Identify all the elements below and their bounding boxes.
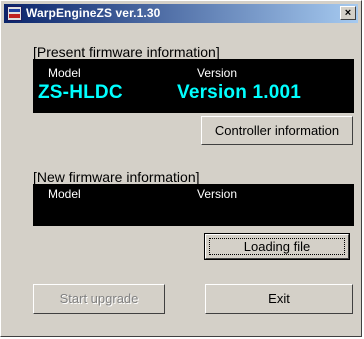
exit-label: Exit <box>268 291 290 306</box>
new-firmware-label: [New firmware information] <box>33 169 200 185</box>
focus-rectangle <box>209 238 345 255</box>
title-bar[interactable]: WarpEngineZS ver.1.30 × <box>4 4 358 23</box>
new-model-header: Model <box>48 187 81 201</box>
close-button[interactable]: × <box>340 6 356 20</box>
controller-information-label: Controller information <box>214 123 340 138</box>
controller-information-button[interactable]: Controller information <box>201 116 353 145</box>
present-firmware-panel: Model Version ZS-HLDC Version 1.001 <box>33 59 354 113</box>
close-icon: × <box>344 7 352 19</box>
present-version-header: Version <box>197 66 238 80</box>
start-upgrade-label: Start upgrade <box>59 291 139 306</box>
present-model-header: Model <box>48 66 81 80</box>
present-model-value: ZS-HLDC <box>38 82 123 103</box>
present-version-value: Version 1.001 <box>177 82 302 103</box>
present-firmware-label: [Present firmware information] <box>33 44 220 60</box>
window-title: WarpEngineZS ver.1.30 <box>26 6 161 20</box>
app-window: WarpEngineZS ver.1.30 × [Present firmwar… <box>0 0 362 337</box>
exit-button[interactable]: Exit <box>205 284 353 314</box>
application-icon[interactable] <box>7 6 22 21</box>
start-upgrade-button[interactable]: Start upgrade <box>33 284 165 314</box>
new-version-header: Version <box>197 187 238 201</box>
new-firmware-panel: Model Version <box>33 184 354 226</box>
loading-file-button[interactable]: Loading file <box>204 233 350 260</box>
